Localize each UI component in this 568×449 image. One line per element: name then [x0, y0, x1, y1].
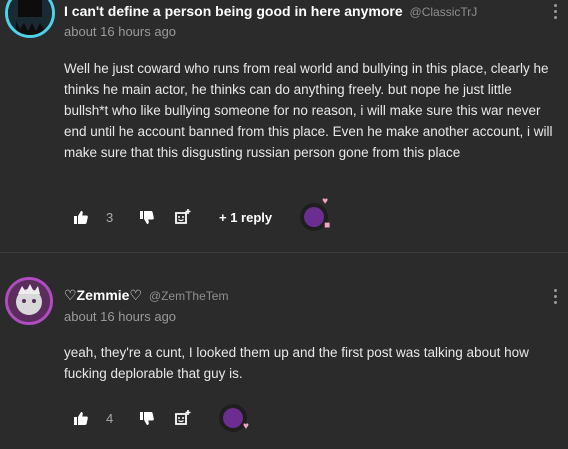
reply-icon	[175, 410, 191, 425]
thumbs-down-icon	[140, 411, 154, 425]
view-replies-button[interactable]: + 1 reply	[219, 210, 272, 225]
reaction-avatar[interactable]: ♥	[219, 404, 249, 432]
like-count: 3	[106, 209, 114, 225]
like-count: 4	[106, 410, 114, 426]
heart-icon: ■	[324, 220, 331, 231]
author-line: I can't define a person being good in he…	[64, 3, 477, 19]
reaction-face-icon	[223, 408, 243, 428]
reply-button[interactable]	[174, 209, 191, 225]
avatar-image	[8, 0, 52, 35]
thumbs-up-icon	[74, 210, 88, 224]
dislike-button[interactable]	[140, 411, 154, 425]
reply-icon	[175, 209, 191, 224]
thumbs-down-icon	[140, 210, 154, 224]
more-vertical-icon	[553, 289, 557, 292]
avatar-image	[8, 280, 50, 322]
more-vertical-icon	[553, 4, 557, 7]
like-button[interactable]	[74, 411, 88, 425]
comment-actions: 3 + 1 reply ♥ ■	[74, 197, 331, 231]
dislike-button[interactable]	[140, 210, 154, 224]
avatar[interactable]	[5, 0, 55, 38]
comment-body: Well he just coward who runs from real w…	[64, 61, 553, 160]
comment: I can't define a person being good in he…	[0, 0, 568, 252]
user-handle[interactable]: @ClassicTrJ	[410, 5, 478, 19]
more-options-button[interactable]	[552, 4, 558, 22]
more-options-button[interactable]	[552, 289, 558, 307]
heart-icon: ♥	[322, 196, 329, 207]
comment: ♡Zemmie♡ @ZemTheTem about 16 hours ago y…	[0, 253, 568, 449]
author-line: ♡Zemmie♡ @ZemTheTem	[64, 287, 228, 304]
comment-actions: 4 ♥	[74, 404, 249, 432]
timestamp: about 16 hours ago	[64, 309, 177, 324]
heart-icon: ♥	[243, 421, 249, 432]
like-button[interactable]	[74, 210, 88, 224]
username[interactable]: ♡Zemmie♡	[64, 287, 142, 303]
reply-button[interactable]	[174, 410, 191, 426]
username[interactable]: I can't define a person being good in he…	[64, 3, 403, 19]
comment-body: yeah, they're a cunt, I looked them up a…	[64, 345, 529, 381]
timestamp: about 16 hours ago	[64, 24, 177, 39]
user-handle[interactable]: @ZemTheTem	[149, 289, 229, 303]
thumbs-up-icon	[74, 411, 88, 425]
reaction-face-icon	[304, 207, 325, 227]
reaction-avatar[interactable]: ♥ ■	[300, 197, 331, 231]
avatar[interactable]	[5, 277, 53, 325]
